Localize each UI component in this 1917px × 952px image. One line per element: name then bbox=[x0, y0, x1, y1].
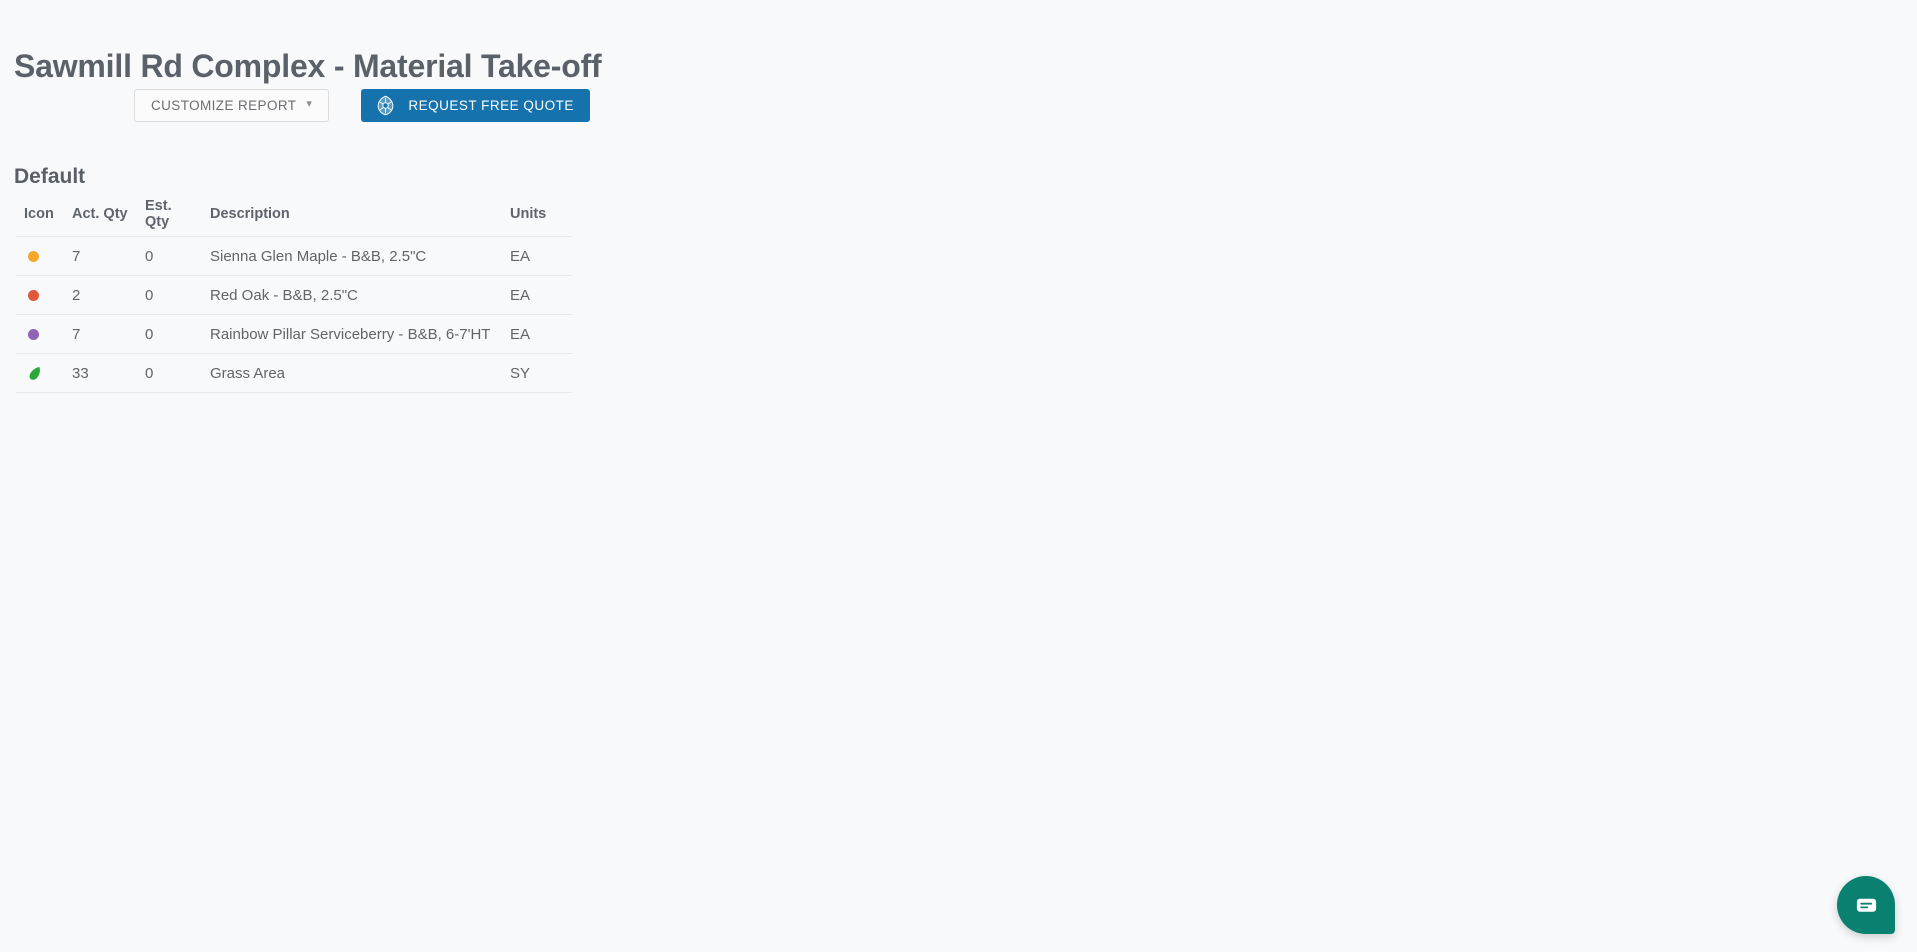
leaf-logo-icon bbox=[375, 95, 396, 116]
orange-dot-icon bbox=[28, 251, 39, 263]
row-act-qty: 2 bbox=[64, 275, 137, 315]
table-row[interactable]: 7 0 Sienna Glen Maple - B&B, 2.5"C EA bbox=[16, 236, 572, 276]
report-page: Sawmill Rd Complex - Material Take-off C… bbox=[0, 0, 1917, 952]
request-free-quote-button[interactable]: REQUEST FREE QUOTE bbox=[361, 89, 590, 122]
row-description: Sienna Glen Maple - B&B, 2.5"C bbox=[202, 236, 502, 276]
chevron-down-icon: ▾ bbox=[306, 98, 313, 110]
report-toolbar: CUSTOMIZE REPORT ▾ REQUEST FREE QUOTE bbox=[134, 89, 590, 122]
customize-report-button[interactable]: CUSTOMIZE REPORT ▾ bbox=[134, 89, 330, 122]
column-header-act-qty: Act. Qty bbox=[64, 196, 137, 237]
column-header-description: Description bbox=[202, 196, 502, 237]
row-description: Grass Area bbox=[202, 353, 502, 393]
row-units: SY bbox=[502, 353, 572, 393]
column-header-est-qty: Est. Qty bbox=[137, 196, 202, 237]
row-icon-cell bbox=[16, 236, 64, 276]
row-est-qty: 0 bbox=[137, 314, 202, 354]
chat-bubble-icon bbox=[1854, 893, 1879, 918]
material-takeoff-table: Icon Act. Qty Est. Qty Description Units… bbox=[16, 196, 572, 393]
table-row[interactable]: 7 0 Rainbow Pillar Serviceberry - B&B, 6… bbox=[16, 314, 572, 354]
row-units: EA bbox=[502, 314, 572, 354]
green-grass-leaf-icon bbox=[24, 364, 43, 383]
row-units: EA bbox=[502, 275, 572, 315]
row-est-qty: 0 bbox=[137, 275, 202, 315]
section-title: Default bbox=[14, 165, 86, 189]
row-act-qty: 33 bbox=[64, 353, 137, 393]
row-description: Rainbow Pillar Serviceberry - B&B, 6-7'H… bbox=[202, 314, 502, 354]
request-free-quote-label: REQUEST FREE QUOTE bbox=[408, 98, 574, 113]
chat-launcher-button[interactable] bbox=[1837, 876, 1895, 934]
row-act-qty: 7 bbox=[64, 236, 137, 276]
table-row[interactable]: 33 0 Grass Area SY bbox=[16, 353, 572, 393]
row-icon-cell bbox=[16, 314, 64, 354]
row-act-qty: 7 bbox=[64, 314, 137, 354]
table-body: 7 0 Sienna Glen Maple - B&B, 2.5"C EA 2 … bbox=[16, 236, 572, 393]
row-units: EA bbox=[502, 236, 572, 276]
row-icon-cell bbox=[16, 275, 64, 315]
row-est-qty: 0 bbox=[137, 353, 202, 393]
row-description: Red Oak - B&B, 2.5"C bbox=[202, 275, 502, 315]
red-dot-icon bbox=[28, 290, 39, 302]
customize-report-label: CUSTOMIZE REPORT bbox=[151, 98, 297, 113]
purple-dot-icon bbox=[28, 329, 39, 341]
column-header-icon: Icon bbox=[16, 196, 64, 237]
page-title: Sawmill Rd Complex - Material Take-off bbox=[14, 48, 602, 85]
column-header-units: Units bbox=[502, 196, 572, 237]
row-est-qty: 0 bbox=[137, 236, 202, 276]
table-header: Icon Act. Qty Est. Qty Description Units bbox=[16, 196, 572, 237]
takeoff-table-wrapper: Icon Act. Qty Est. Qty Description Units… bbox=[16, 196, 572, 393]
table-row[interactable]: 2 0 Red Oak - B&B, 2.5"C EA bbox=[16, 275, 572, 315]
row-icon-cell bbox=[16, 353, 64, 393]
table-header-row: Icon Act. Qty Est. Qty Description Units bbox=[16, 196, 572, 237]
